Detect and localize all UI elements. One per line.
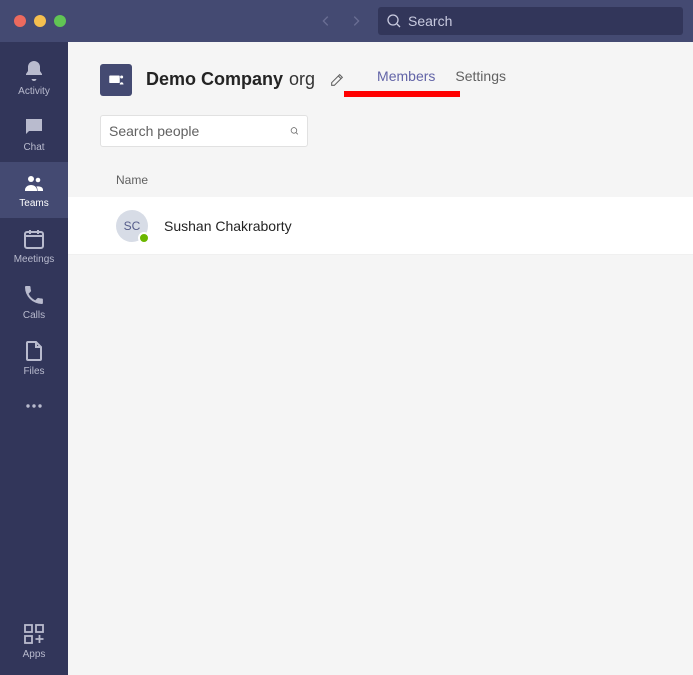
rail-label: Teams	[19, 198, 48, 209]
rail-item-teams[interactable]: Teams	[0, 162, 68, 218]
global-search-input[interactable]	[408, 13, 675, 29]
team-title: Demo Company org	[146, 69, 315, 90]
rail-label: Chat	[23, 142, 44, 153]
people-icon	[22, 171, 46, 195]
rail-label: Activity	[18, 86, 50, 97]
annotation-highlight	[344, 91, 460, 97]
rail-item-apps[interactable]: Apps	[0, 613, 68, 669]
rail-label: Calls	[23, 310, 45, 321]
search-icon	[386, 13, 402, 29]
history-nav	[314, 9, 368, 33]
nav-forward-button[interactable]	[344, 9, 368, 33]
org-icon	[107, 71, 125, 89]
team-avatar	[100, 64, 132, 96]
avatar: SC	[116, 210, 148, 242]
global-search[interactable]	[378, 7, 683, 35]
member-row[interactable]: SC Sushan Chakraborty	[68, 197, 693, 255]
rail-item-calls[interactable]: Calls	[0, 274, 68, 330]
member-name: Sushan Chakraborty	[164, 218, 292, 234]
app-rail: Activity Chat Teams Meetings Calls Files	[0, 42, 68, 675]
search-icon	[290, 123, 299, 139]
apps-icon	[22, 622, 46, 646]
rail-item-chat[interactable]: Chat	[0, 106, 68, 162]
rail-label: Meetings	[14, 254, 55, 265]
window-controls	[14, 15, 66, 27]
file-icon	[22, 339, 46, 363]
rail-label: Files	[23, 366, 44, 377]
calendar-icon	[22, 227, 46, 251]
bell-icon	[22, 59, 46, 83]
chat-icon	[22, 115, 46, 139]
rail-item-more[interactable]	[0, 386, 68, 426]
minimize-window-button[interactable]	[34, 15, 46, 27]
team-name: Demo Company	[146, 69, 283, 90]
search-people-input[interactable]	[109, 123, 290, 139]
avatar-initials: SC	[124, 219, 141, 233]
phone-icon	[22, 283, 46, 307]
team-suffix: org	[289, 69, 315, 90]
rail-item-files[interactable]: Files	[0, 330, 68, 386]
tab-settings[interactable]: Settings	[455, 62, 506, 97]
rail-item-activity[interactable]: Activity	[0, 50, 68, 106]
members-list: Name SC Sushan Chakraborty	[68, 165, 693, 675]
close-window-button[interactable]	[14, 15, 26, 27]
edit-team-button[interactable]	[329, 72, 345, 88]
presence-available-icon	[138, 232, 150, 244]
titlebar	[0, 0, 693, 42]
rail-item-meetings[interactable]: Meetings	[0, 218, 68, 274]
rail-label: Apps	[23, 649, 46, 660]
nav-back-button[interactable]	[314, 9, 338, 33]
search-people[interactable]	[100, 115, 308, 147]
more-icon	[22, 394, 46, 418]
maximize-window-button[interactable]	[54, 15, 66, 27]
main-content: Demo Company org Members Settings Name S…	[68, 42, 693, 675]
pencil-icon	[329, 72, 345, 88]
column-header-name: Name	[68, 165, 693, 197]
